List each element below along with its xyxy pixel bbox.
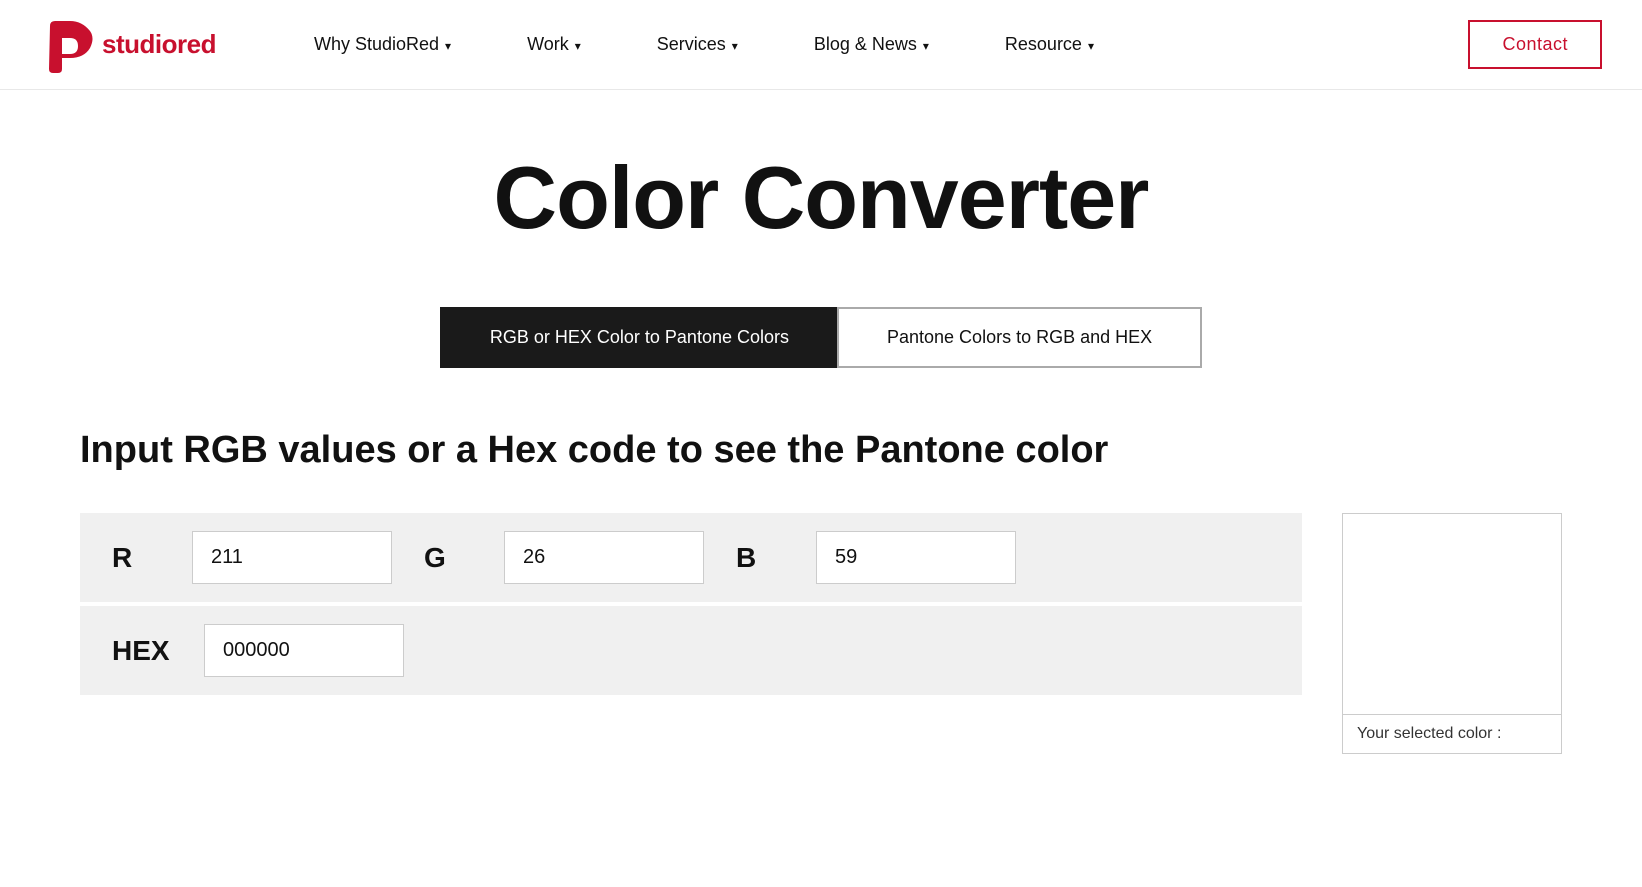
- chevron-down-icon: ▾: [575, 39, 581, 53]
- nav-links: Why StudioRed ▾ Work ▾ Services ▾ Blog &…: [276, 0, 1468, 90]
- nav-item-why-studiored[interactable]: Why StudioRed ▾: [276, 0, 489, 90]
- tab-pantone-to-rgb[interactable]: Pantone Colors to RGB and HEX: [837, 307, 1202, 368]
- rgb-g-group: G: [424, 531, 704, 584]
- nav-item-work[interactable]: Work ▾: [489, 0, 619, 90]
- chevron-down-icon: ▾: [732, 39, 738, 53]
- nav-item-services[interactable]: Services ▾: [619, 0, 776, 90]
- converter-subtitle: Input RGB values or a Hex code to see th…: [80, 428, 1562, 474]
- rgb-b-group: B: [736, 531, 1016, 584]
- color-selected-label: Your selected color :: [1343, 714, 1561, 753]
- logo-icon: [40, 16, 98, 74]
- g-input[interactable]: [504, 531, 704, 584]
- logo-text: studiored: [102, 29, 216, 60]
- r-input[interactable]: [192, 531, 392, 584]
- r-label: R: [112, 542, 172, 574]
- page-title: Color Converter: [80, 150, 1562, 247]
- navbar: studiored Why StudioRed ▾ Work ▾ Service…: [0, 0, 1642, 90]
- nav-item-blog-news[interactable]: Blog & News ▾: [776, 0, 967, 90]
- chevron-down-icon: ▾: [1088, 39, 1094, 53]
- contact-button[interactable]: Contact: [1468, 20, 1602, 69]
- hex-input-row: HEX: [80, 606, 1302, 695]
- hex-label: HEX: [112, 635, 172, 667]
- rgb-input-row: R G B: [80, 513, 1302, 602]
- g-label: G: [424, 542, 484, 574]
- chevron-down-icon: ▾: [445, 39, 451, 53]
- color-preview-area: Your selected color :: [1342, 513, 1562, 754]
- color-swatch: [1343, 514, 1561, 714]
- tab-rgb-to-pantone[interactable]: RGB or HEX Color to Pantone Colors: [440, 307, 839, 368]
- main-content: Color Converter RGB or HEX Color to Pant…: [0, 90, 1642, 834]
- logo[interactable]: studiored: [40, 16, 216, 74]
- nav-item-resource[interactable]: Resource ▾: [967, 0, 1132, 90]
- rgb-r-group: R: [112, 531, 392, 584]
- tab-buttons: RGB or HEX Color to Pantone Colors Panto…: [80, 307, 1562, 368]
- b-input[interactable]: [816, 531, 1016, 584]
- chevron-down-icon: ▾: [923, 39, 929, 53]
- converter-inputs: R G B HEX: [80, 513, 1302, 695]
- converter-area: R G B HEX Your selected co: [80, 513, 1562, 754]
- hex-input[interactable]: [204, 624, 404, 677]
- b-label: B: [736, 542, 796, 574]
